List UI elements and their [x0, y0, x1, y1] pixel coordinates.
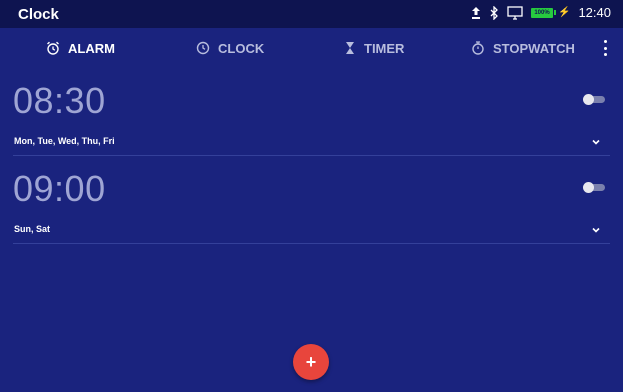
alarm-time[interactable]: 08:30: [13, 80, 106, 122]
upload-icon: [471, 6, 481, 20]
alarm-item[interactable]: 08:30 Mon, Tue, Wed, Thu, Fri: [0, 68, 623, 156]
tab-alarm[interactable]: ALARM: [46, 28, 115, 68]
more-options-icon[interactable]: [601, 40, 609, 56]
charging-icon: ⚡: [558, 7, 571, 18]
bluetooth-icon: [489, 5, 499, 20]
tab-stopwatch[interactable]: STOPWATCH: [471, 28, 575, 68]
chevron-down-icon[interactable]: [591, 222, 601, 233]
app-title: Clock: [18, 6, 59, 23]
tab-clock-label: CLOCK: [218, 40, 265, 56]
alarm-icon: [46, 41, 60, 55]
divider: [13, 243, 610, 244]
alarm-item[interactable]: 09:00 Sun, Sat: [0, 156, 623, 244]
tab-alarm-label: ALARM: [68, 40, 115, 56]
tab-timer-label: TIMER: [364, 40, 405, 56]
tab-timer[interactable]: TIMER: [344, 28, 404, 68]
hourglass-icon: [344, 41, 356, 55]
status-time: 12:40: [578, 5, 611, 20]
alarm-days: Mon, Tue, Wed, Thu, Fri: [14, 136, 115, 146]
alarm-toggle[interactable]: [583, 182, 605, 193]
add-alarm-button[interactable]: +: [293, 344, 329, 380]
clock-icon: [196, 41, 210, 55]
status-bar: Clock 100% ⚡ 12:40: [0, 0, 623, 28]
alarm-time[interactable]: 09:00: [13, 168, 106, 210]
battery-icon: 100% ⚡: [531, 7, 570, 18]
tab-bar: ALARM CLOCK TIMER STOPWATCH: [0, 28, 623, 68]
desktop-icon: [507, 5, 523, 20]
battery-level: 100%: [534, 9, 550, 16]
status-icons: 100% ⚡ 12:40: [471, 5, 611, 20]
alarm-days: Sun, Sat: [14, 224, 51, 234]
tab-stopwatch-label: STOPWATCH: [493, 40, 575, 56]
stopwatch-icon: [471, 41, 485, 55]
tab-clock[interactable]: CLOCK: [196, 28, 264, 68]
chevron-down-icon[interactable]: [591, 134, 601, 145]
alarm-toggle[interactable]: [583, 94, 605, 105]
